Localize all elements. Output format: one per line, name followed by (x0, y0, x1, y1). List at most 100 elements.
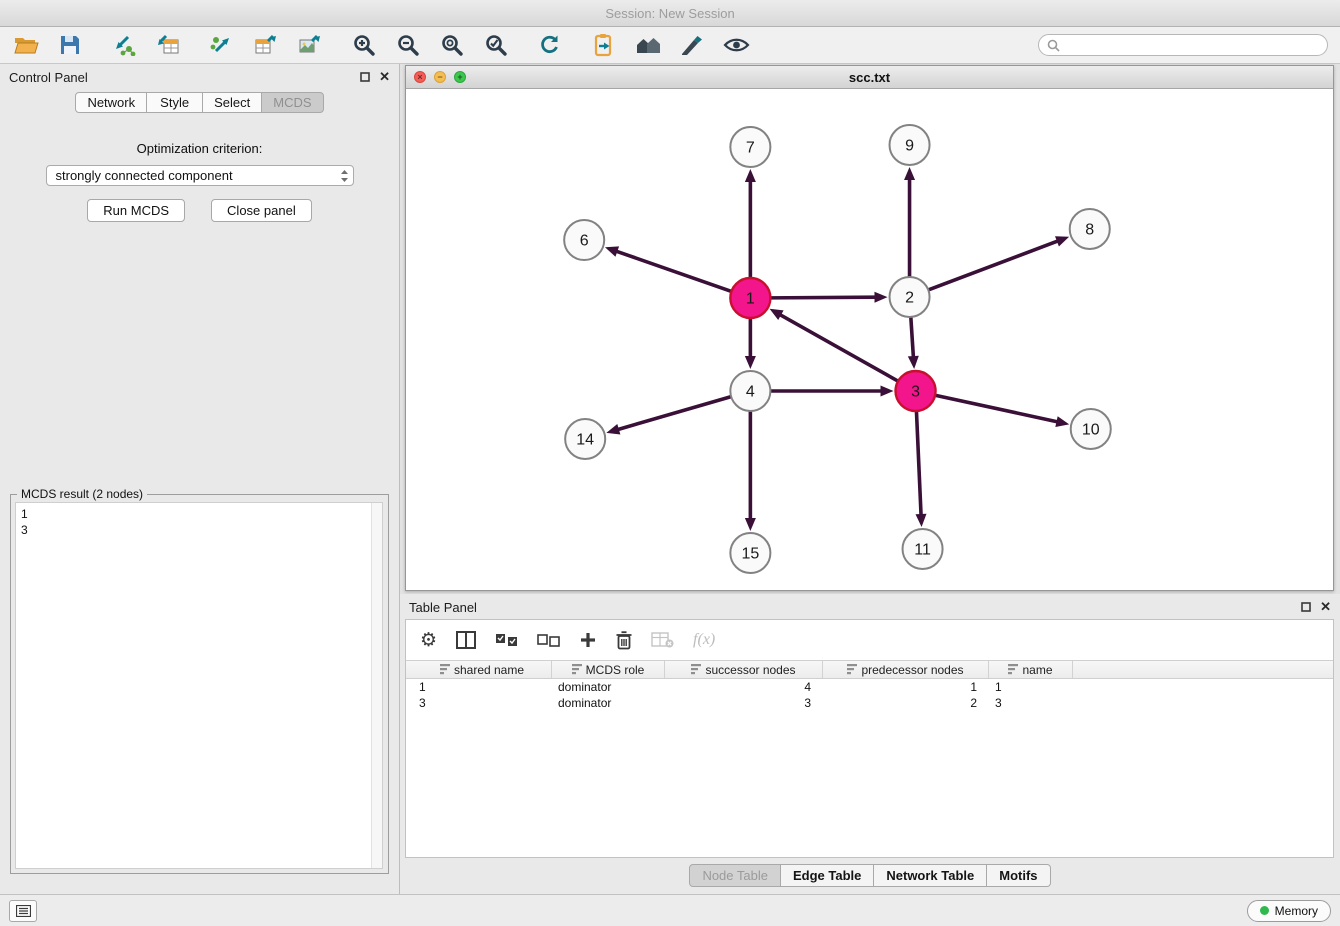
optimization-criterion-label: Optimization criterion: (0, 141, 399, 156)
search-field[interactable] (1038, 34, 1328, 56)
deselect-all-button[interactable] (537, 627, 560, 653)
network-canvas[interactable]: 7968124314101511 (406, 89, 1333, 590)
export-image-button[interactable] (296, 31, 324, 59)
edge-2-3[interactable] (911, 317, 913, 356)
close-icon[interactable]: ✕ (379, 69, 390, 85)
show-hide-button[interactable] (722, 31, 750, 59)
edge-3-10[interactable] (935, 395, 1056, 421)
style-brush-button[interactable] (678, 31, 706, 59)
window-title: Session: New Session (605, 6, 734, 21)
open-session-button[interactable] (12, 31, 40, 59)
tab-network-table[interactable]: Network Table (874, 864, 987, 887)
node-label: 1 (746, 291, 755, 308)
edge-1-6[interactable] (617, 252, 731, 292)
edge-arrow-icon (908, 356, 919, 369)
import-group (110, 31, 182, 59)
mcds-panel: Optimization criterion: strongly connect… (0, 141, 399, 222)
edge-3-1[interactable] (781, 315, 898, 381)
window-zoom-icon[interactable]: + (454, 71, 466, 83)
tab-edge-table[interactable]: Edge Table (781, 864, 874, 887)
edge-4-14[interactable] (619, 397, 731, 430)
table-cell: 4 (665, 679, 823, 695)
edge-3-11[interactable] (916, 411, 921, 514)
refresh-layout-button[interactable] (536, 31, 564, 59)
column-header-name[interactable]: name (989, 661, 1073, 678)
clone-network-button[interactable] (590, 31, 618, 59)
column-header-MCDS-role[interactable]: MCDS role (552, 661, 665, 678)
home-button[interactable] (634, 31, 662, 59)
sort-icon (440, 664, 450, 675)
sort-icon (691, 664, 701, 675)
zoom-selected-icon (484, 33, 508, 57)
control-panel-header: Control Panel ✕ (0, 64, 399, 90)
window-minimize-icon[interactable]: − (434, 71, 446, 83)
control-panel: Control Panel ✕ NetworkStyleSelectMCDS O… (0, 64, 400, 894)
column-header-label: shared name (454, 663, 524, 677)
tab-select[interactable]: Select (203, 92, 262, 113)
edge-arrow-icon (745, 169, 756, 182)
import-table-button[interactable] (154, 31, 182, 59)
control-panel-title: Control Panel (9, 70, 88, 85)
tab-style[interactable]: Style (147, 92, 203, 113)
network-graph[interactable]: 7968124314101511 (406, 89, 1333, 590)
edge-2-8[interactable] (928, 241, 1057, 290)
panel-list-button[interactable] (9, 900, 37, 922)
column-header-label: predecessor nodes (861, 663, 963, 677)
close-icon[interactable]: ✕ (1320, 599, 1331, 615)
result-scrollbar[interactable] (371, 503, 382, 868)
network-from-file-button[interactable] (208, 31, 236, 59)
tab-motifs[interactable]: Motifs (987, 864, 1050, 887)
select-all-icon (495, 633, 518, 648)
zoom-in-button[interactable] (350, 31, 378, 59)
column-header-predecessor-nodes[interactable]: predecessor nodes (823, 661, 989, 678)
show-columns-button[interactable] (456, 627, 476, 653)
column-header-successor-nodes[interactable]: successor nodes (665, 661, 823, 678)
node-label: 8 (1085, 222, 1094, 239)
table-row[interactable]: 1dominator411 (413, 679, 1333, 695)
traffic-lights: × − + (414, 66, 466, 88)
table-row[interactable]: 3dominator323 (413, 695, 1333, 711)
zoom-out-button[interactable] (394, 31, 422, 59)
new-table-button[interactable] (252, 31, 280, 59)
node-label: 4 (746, 384, 755, 401)
search-input[interactable] (1065, 38, 1319, 52)
float-icon[interactable] (360, 72, 370, 82)
node-label: 14 (576, 432, 594, 449)
column-header-shared-name[interactable]: shared name (413, 661, 552, 678)
memory-button[interactable]: Memory (1247, 900, 1331, 922)
mcds-result-list[interactable]: 13 (15, 502, 383, 869)
table-settings-button[interactable]: ⚙ (420, 627, 437, 653)
zoom-fit-button[interactable] (438, 31, 466, 59)
tab-network[interactable]: Network (75, 92, 147, 113)
table-panel-header: Table Panel ✕ (400, 594, 1340, 620)
edge-1-2[interactable] (770, 297, 874, 298)
node-label: 11 (914, 542, 931, 559)
window-close-icon[interactable]: × (414, 71, 426, 83)
table-cell: 1 (413, 679, 552, 695)
float-icon[interactable] (1301, 602, 1311, 612)
file-group (12, 31, 84, 59)
columns-icon (456, 631, 476, 649)
sort-icon (1008, 664, 1018, 675)
zoom-selected-button[interactable] (482, 31, 510, 59)
edge-arrow-icon (1055, 236, 1069, 246)
run-mcds-button[interactable]: Run MCDS (87, 199, 185, 222)
edge-arrow-icon (745, 518, 756, 531)
tab-node-table[interactable]: Node Table (689, 864, 781, 887)
window-titlebar[interactable]: Session: New Session (0, 0, 1340, 27)
close-panel-button[interactable]: Close panel (211, 199, 312, 222)
criterion-dropdown[interactable]: strongly connected component (46, 165, 354, 186)
network-window-titlebar[interactable]: × − + scc.txt (406, 66, 1333, 89)
add-column-button[interactable] (579, 627, 597, 653)
delete-column-button[interactable] (616, 627, 632, 653)
edge-arrow-icon (904, 167, 915, 180)
tab-mcds[interactable]: MCDS (262, 92, 323, 113)
import-network-button[interactable] (110, 31, 138, 59)
plus-icon (579, 631, 597, 649)
select-all-button[interactable] (495, 627, 518, 653)
control-panel-tabs: NetworkStyleSelectMCDS (0, 92, 399, 113)
table-toolbar: ⚙ (406, 620, 1333, 660)
save-session-button[interactable] (56, 31, 84, 59)
criterion-value: strongly connected component (56, 168, 233, 183)
save-session-icon (60, 35, 80, 55)
